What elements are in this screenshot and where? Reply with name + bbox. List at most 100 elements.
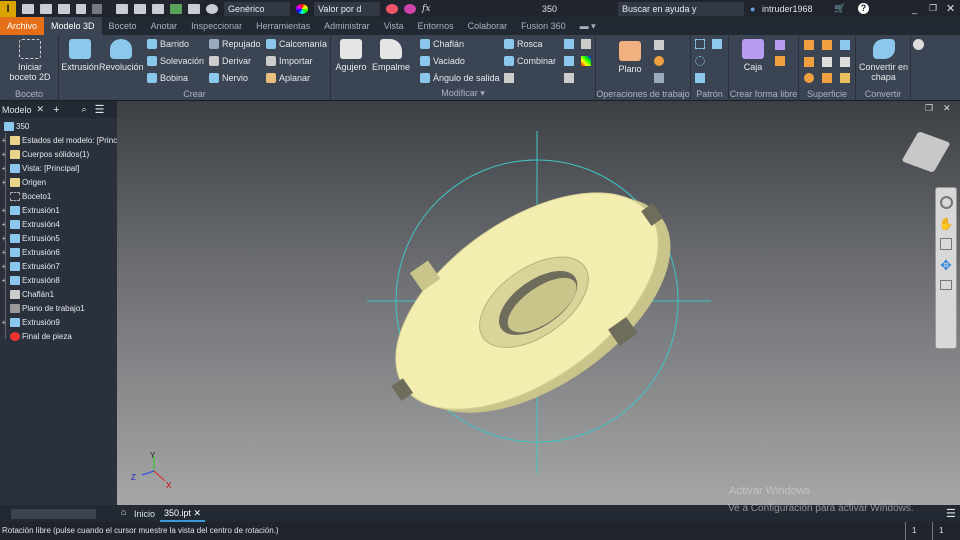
draft-button[interactable]: Ángulo de salida <box>420 73 500 83</box>
open-icon[interactable] <box>40 3 52 14</box>
update-icon[interactable] <box>170 3 182 14</box>
coil-button[interactable]: Bobina <box>147 73 188 83</box>
fx-icon[interactable]: fx <box>422 4 430 14</box>
import-button[interactable]: Importar <box>266 56 313 66</box>
restore-icon[interactable]: ❐ <box>929 3 937 14</box>
adjust-appearance-icon[interactable] <box>386 3 398 14</box>
point-icon[interactable] <box>654 56 664 66</box>
zoom-icon[interactable] <box>940 238 952 250</box>
look-at-icon[interactable] <box>940 280 952 290</box>
extrude-button[interactable]: Extrusión <box>61 39 99 72</box>
close-doc-icon[interactable]: ✕ <box>194 508 202 518</box>
tree-item[interactable]: + Origen <box>0 175 46 189</box>
tab-document[interactable]: 350.ipt ✕ <box>160 505 206 522</box>
tree-item[interactable]: + Extrusión5 <box>0 231 60 245</box>
trim-icon[interactable] <box>822 57 832 67</box>
split-icon[interactable] <box>564 39 574 49</box>
menu-icon[interactable]: ☰ <box>95 103 105 116</box>
expand-icon[interactable]: + <box>0 318 8 327</box>
tab-modelo[interactable]: Modelo <box>2 105 32 115</box>
user-name[interactable]: intruder1968 <box>762 4 813 14</box>
freeform-face-icon[interactable] <box>775 40 785 50</box>
save-icon[interactable] <box>58 3 70 14</box>
rectangular-pattern-icon[interactable] <box>695 39 705 49</box>
expand-icon[interactable]: + <box>0 136 8 145</box>
help-icon[interactable]: ? <box>858 3 869 14</box>
ruled-surface-icon[interactable] <box>840 40 850 50</box>
expand-icon[interactable]: + <box>0 206 8 215</box>
tree-item[interactable]: Plano de trabajo1 <box>0 301 85 315</box>
derive-button[interactable]: Derivar <box>209 56 251 66</box>
ucs-icon[interactable] <box>654 73 664 83</box>
tab-anotar[interactable]: Anotar <box>144 17 185 35</box>
tree-item[interactable]: + Extrusión9 <box>0 315 60 329</box>
sweep-button[interactable]: Barrido <box>147 39 189 49</box>
tree-item[interactable]: Chaflán1 <box>0 287 54 301</box>
clear-appearance-icon[interactable] <box>404 3 416 14</box>
3d-viewport[interactable]: Y X Z ✋ ✥ ❐ ✕ Activar Windows <box>117 101 960 505</box>
expand-icon[interactable]: + <box>0 234 8 243</box>
expand-icon[interactable]: + <box>0 248 8 257</box>
fillet-button[interactable]: Empalme <box>369 39 413 72</box>
circular-pattern-icon[interactable] <box>695 56 705 66</box>
ribbon-options-icon[interactable] <box>913 39 924 50</box>
tab-archivo[interactable]: Archivo <box>0 17 45 35</box>
measure-icon[interactable] <box>152 3 164 14</box>
emboss-button[interactable]: Repujado <box>209 39 261 49</box>
mirror-icon[interactable] <box>712 39 722 49</box>
expand-icon[interactable]: + <box>0 276 8 285</box>
color-wheel-icon[interactable] <box>296 3 308 14</box>
patch-icon[interactable] <box>804 57 814 67</box>
tree-item[interactable]: + Cuerpos sólidos(1) <box>0 147 89 161</box>
appearance-icon[interactable] <box>206 3 218 14</box>
tree-item[interactable]: Final de pieza <box>0 329 72 343</box>
help-search-input[interactable]: Buscar en ayuda y comandos... <box>618 1 744 28</box>
properties-icon[interactable] <box>188 3 200 14</box>
appearance-select[interactable]: Genérico <box>224 1 290 16</box>
expand-icon[interactable]: + <box>0 150 8 159</box>
tree-item[interactable]: + Extrusión1 <box>0 203 60 217</box>
tab-herramientas[interactable]: Herramientas <box>249 17 317 35</box>
thicken-surface-icon[interactable] <box>804 40 814 50</box>
repair-icon[interactable] <box>840 57 850 67</box>
delete-face-icon[interactable] <box>504 73 514 83</box>
material-select[interactable]: Valor por d <box>314 1 380 16</box>
shell-button[interactable]: Vaciado <box>420 56 465 66</box>
home-tab-icon[interactable]: ⌂ <box>121 507 126 517</box>
hole-button[interactable]: Agujero <box>333 39 369 72</box>
rib-button[interactable]: Nervio <box>209 73 248 83</box>
tree-item[interactable]: + Extrusión7 <box>0 259 60 273</box>
extend-icon[interactable] <box>804 73 814 83</box>
orbit-icon[interactable]: ✥ <box>936 257 956 274</box>
combine-button[interactable]: Combinar <box>504 56 556 66</box>
tab-entornos[interactable]: Entornos <box>411 17 461 35</box>
revolve-button[interactable]: Revolución <box>99 39 144 72</box>
tabs-menu-icon[interactable]: ☰ <box>946 507 956 520</box>
move-face-icon[interactable] <box>581 39 591 49</box>
tab-administrar[interactable]: Administrar <box>317 17 377 35</box>
expand-icon[interactable]: + <box>0 164 8 173</box>
expand-icon[interactable]: + <box>0 262 8 271</box>
expand-icon[interactable]: + <box>0 178 8 187</box>
convert-sheet-metal-button[interactable]: Convertir en chapa <box>856 39 911 82</box>
tab-inspeccionar[interactable]: Inspeccionar <box>184 17 249 35</box>
tree-item[interactable]: + Extrusión4 <box>0 217 60 231</box>
viewport-close-icon[interactable]: ✕ <box>943 103 951 114</box>
convert-freeform-icon[interactable] <box>775 56 785 66</box>
replace-face-icon[interactable] <box>822 73 832 83</box>
app-logo[interactable]: I <box>0 0 16 17</box>
sketch-pattern-icon[interactable] <box>695 73 705 83</box>
close-icon[interactable]: ✕ <box>946 2 955 15</box>
part-model[interactable]: Y X Z <box>117 101 960 505</box>
redo-icon[interactable] <box>92 3 102 14</box>
tree-root[interactable]: 350 <box>2 119 29 133</box>
thread-button[interactable]: Rosca <box>504 39 543 49</box>
tree-item[interactable]: + Estados del modelo: [Principal] <box>0 133 132 147</box>
home-icon[interactable] <box>116 3 128 14</box>
stitch-icon[interactable] <box>822 40 832 50</box>
tree-item[interactable]: Boceto1 <box>0 189 51 203</box>
viewport-restore-icon[interactable]: ❐ <box>925 103 933 114</box>
tab-vista[interactable]: Vista <box>377 17 411 35</box>
new-icon[interactable] <box>22 3 34 14</box>
undo-icon[interactable] <box>76 3 86 14</box>
